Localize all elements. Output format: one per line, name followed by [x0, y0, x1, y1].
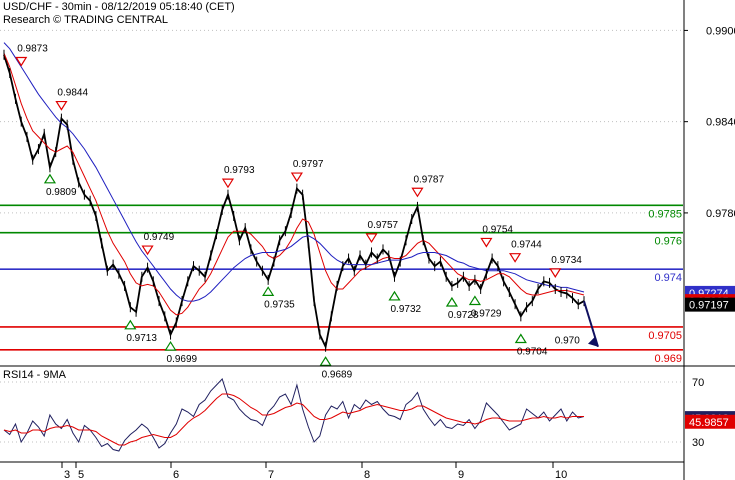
rsi-title: RSI14 - 9MA: [3, 369, 66, 381]
price-gridlines: [0, 29, 683, 214]
marker-label: 0.9744: [511, 240, 542, 251]
x-tick-label: 3: [64, 469, 70, 480]
level-label: 0.976: [654, 236, 682, 248]
level-label: 0.969: [654, 353, 682, 365]
up-marker: [262, 286, 275, 296]
up-marker: [468, 295, 481, 306]
marker-label: 0.9729: [471, 308, 502, 319]
price-tick-label: 0.9840: [706, 117, 735, 129]
down-marker: [290, 172, 303, 183]
up-marker: [164, 340, 177, 351]
x-tick-label: 5: [78, 469, 84, 480]
level-label: 0.974: [654, 272, 682, 284]
rsi-tick-label: 30: [692, 437, 704, 449]
up-marker: [319, 356, 332, 366]
marker-label: 0.9699: [167, 354, 198, 365]
up-marker: [445, 296, 459, 307]
rsi-line: [3, 378, 585, 452]
marker-label: 0.9689: [322, 369, 353, 380]
level-label: 0.9785: [648, 208, 682, 220]
price-levels: 0.9785 0.976 0.974 0.9705 0.969: [0, 204, 683, 365]
up-marker: [43, 173, 57, 184]
x-tick-label: 9: [458, 469, 464, 480]
price-axis: 0.99000.98400.97800.972740.972250.97197: [0, 0, 735, 480]
price-tick-label: 0.9780: [706, 208, 735, 220]
rsi-axis: 703045.931245.9857: [685, 377, 735, 449]
x-axis: 3 5 6 7 8 9 10: [0, 461, 684, 480]
down-marker: [411, 187, 424, 198]
down-marker: [221, 178, 235, 189]
marker-label: 0.9757: [368, 220, 399, 231]
marker-label: 0.9735: [264, 299, 295, 310]
up-marker: [514, 333, 527, 344]
marker-label: 0.9704: [517, 347, 548, 358]
x-tick-label: 7: [268, 469, 274, 480]
level-label: 0.9705: [648, 330, 682, 342]
marker-label: 0.9732: [390, 304, 421, 315]
down-marker: [365, 233, 378, 244]
marker-label: 0.9873: [17, 43, 48, 54]
rsi-gridlines: [0, 381, 683, 443]
price-markers: 0.9873 0.9844 0.9809 0.9713 0.9749 0.9699 0.97…: [15, 43, 599, 380]
up-marker: [124, 319, 137, 330]
marker-label: 0.9749: [144, 232, 175, 243]
down-marker: [549, 268, 562, 279]
rsi-series: [3, 378, 585, 452]
down-marker: [480, 237, 493, 248]
marker-label: 0.970: [555, 336, 580, 347]
rsi_ma-line: [3, 393, 584, 446]
marker-label: 0.9793: [224, 165, 255, 176]
ma_slow-line: [3, 42, 585, 302]
marker-label: 0.9844: [57, 88, 88, 99]
marker-label: 0.9787: [413, 174, 444, 185]
price-box-label: 0.97197: [689, 300, 729, 312]
x-tick-label: 10: [555, 469, 567, 480]
ma_fast-line: [3, 53, 585, 316]
x-tick-label: 6: [173, 469, 179, 480]
down-marker: [141, 245, 154, 256]
marker-label: 0.9797: [293, 159, 324, 170]
marker-label: 0.9754: [482, 224, 513, 235]
price-tick-label: 0.9900: [706, 25, 735, 37]
marker-label: 0.9713: [126, 333, 157, 344]
down-marker: [509, 253, 522, 263]
down-marker: [55, 100, 68, 111]
marker-label: 0.9734: [551, 255, 582, 266]
up-marker: [388, 290, 401, 301]
projection-arrowhead: [588, 336, 598, 347]
marker-label: 0.9809: [46, 187, 77, 198]
x-tick-label: 8: [364, 469, 370, 480]
usdchf-chart: 0.97850.9760.9740.97050.969 0.98730.9844…: [0, 0, 735, 480]
rsi-tick-label: 70: [692, 377, 704, 389]
rsi-box-label: 45.9857: [689, 417, 729, 429]
